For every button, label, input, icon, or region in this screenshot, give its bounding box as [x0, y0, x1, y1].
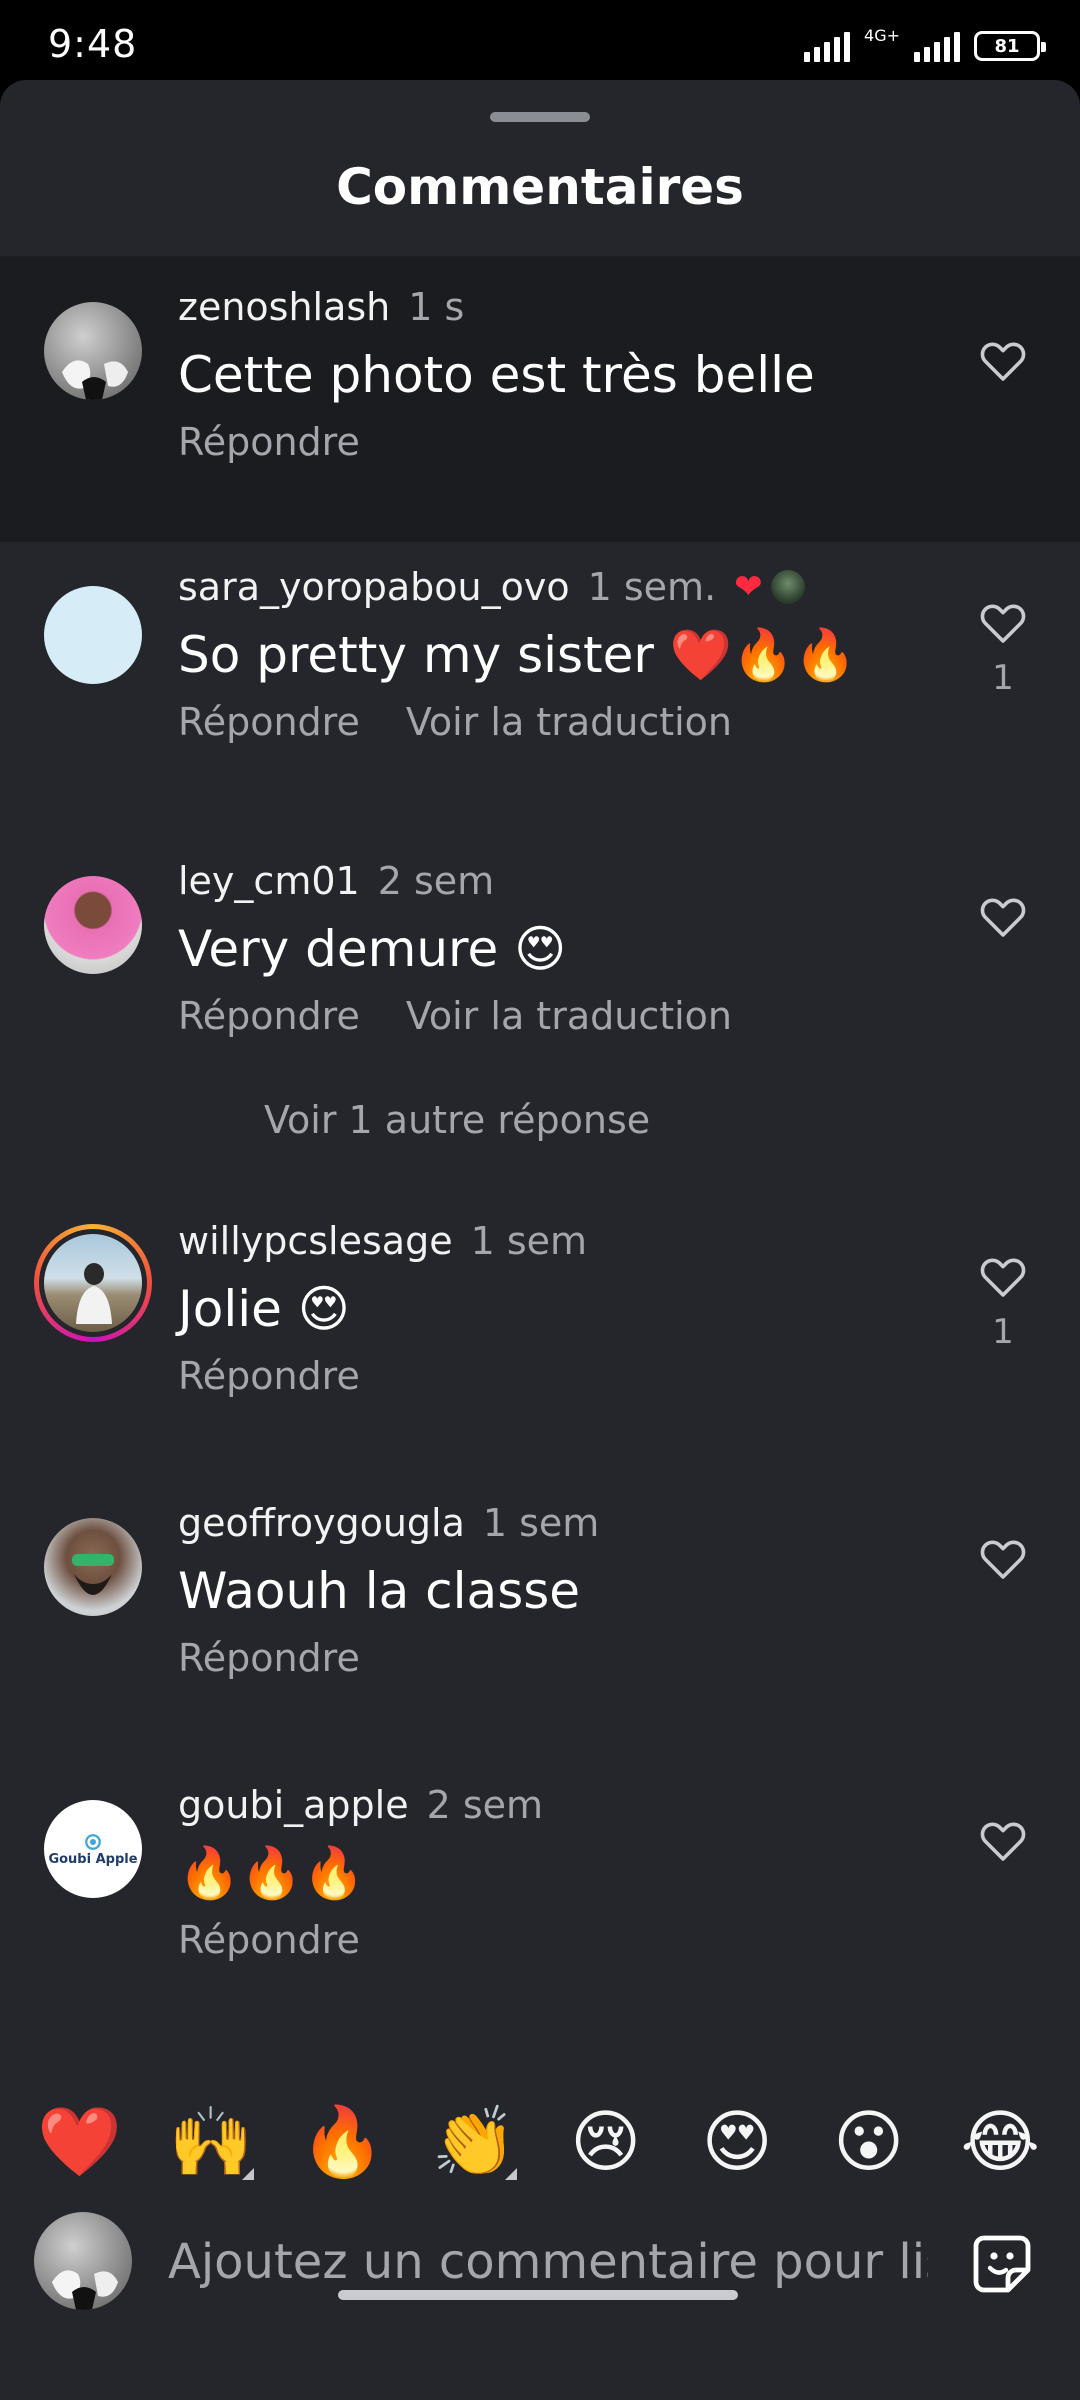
comment-username[interactable]: ley_cm01 — [178, 856, 360, 906]
comment-item: zenoshlash 1 s Cette photo est très bell… — [0, 258, 1080, 542]
emoji-wow-button[interactable]: 😮 — [814, 2103, 924, 2182]
avatar[interactable] — [44, 1518, 142, 1616]
reply-button[interactable]: Répondre — [178, 1354, 360, 1398]
avatar[interactable]: Goubi Apple — [44, 1800, 142, 1898]
like-button[interactable]: 1 — [978, 1254, 1028, 1352]
like-button[interactable] — [978, 894, 1028, 938]
reply-button[interactable]: Répondre — [178, 1636, 360, 1680]
comment-text: 🔥🔥🔥 — [178, 1844, 365, 1902]
comment-text: So pretty my sister ❤️🔥🔥 — [178, 626, 857, 684]
comment-item: ley_cm01 2 sem Very demure 😍 Répondre Vo… — [0, 856, 1080, 1186]
battery-level: 81 — [994, 35, 1020, 57]
skin-tone-indicator — [505, 2168, 518, 2180]
like-button[interactable] — [978, 1818, 1028, 1862]
status-bar: 9:48 4G+ 81 — [0, 0, 1080, 80]
like-button[interactable] — [978, 338, 1028, 382]
emoji-clap-button[interactable]: 👏 — [419, 2102, 529, 2182]
signal-1-icon — [804, 30, 851, 62]
comments-sheet: Commentaires zenoshlash 1 s Cette photo … — [0, 80, 1080, 2400]
comment-time: 2 sem — [377, 859, 495, 903]
see-translation-link[interactable]: Voir la traduction — [406, 700, 732, 744]
comment-text: Waouh la classe — [178, 1562, 581, 1620]
comment-text: Very demure 😍 — [178, 920, 567, 978]
emoji-heart-eyes-button[interactable]: 😍 — [682, 2103, 792, 2182]
story-ring[interactable] — [34, 1224, 152, 1342]
reply-button[interactable]: Répondre — [178, 994, 360, 1038]
sheet-title: Commentaires — [336, 158, 744, 216]
view-more-replies-link[interactable]: Voir 1 autre réponse — [264, 1098, 650, 1142]
comment-item: geoffroygougla 1 sem Waouh la classe Rép… — [0, 1498, 1080, 1778]
status-time: 9:48 — [48, 22, 138, 66]
comment-time: 2 sem — [426, 1783, 544, 1827]
emoji-glyph: 🙌 — [168, 2103, 254, 2182]
see-translation-link[interactable]: Voir la traduction — [406, 994, 732, 1038]
comment-composer — [0, 2202, 1080, 2322]
comment-time: 1 sem — [482, 1501, 600, 1545]
quick-emoji-bar: ❤️ 🙌 🔥 👏 😢 😍 😮 😂 — [0, 2082, 1080, 2202]
avatar — [34, 2212, 132, 2310]
comment-username[interactable]: zenoshlash — [178, 282, 390, 332]
like-count: 1 — [992, 1312, 1014, 1352]
drag-handle[interactable] — [490, 112, 590, 122]
comment-text: Cette photo est très belle — [178, 346, 815, 404]
avatar[interactable] — [44, 302, 142, 400]
comment-username[interactable]: goubi_apple — [178, 1780, 409, 1830]
comment-username[interactable]: sara_yoropabou_ovo — [178, 562, 570, 612]
comment-item: Goubi Apple goubi_apple 2 sem 🔥🔥🔥 Répond… — [0, 1780, 1080, 2060]
goubi-apple-logo-icon — [85, 1833, 101, 1850]
comment-item: willypcslesage 1 sem Jolie 😍 Répondre 1 — [0, 1216, 1080, 1496]
like-count: 1 — [992, 658, 1014, 698]
heart-outline-icon — [980, 342, 1026, 381]
battery-icon: 81 — [974, 31, 1046, 61]
heart-outline-icon — [980, 604, 1026, 643]
comment-time: 1 sem — [470, 1219, 588, 1263]
emoji-heart-button[interactable]: ❤️ — [25, 2102, 135, 2182]
comment-username[interactable]: willypcslesage — [178, 1216, 453, 1266]
status-icons: 4G+ 81 — [804, 26, 1046, 66]
skin-tone-indicator — [242, 2168, 255, 2180]
signal-2-icon — [914, 30, 960, 62]
comment-item: sara_yoropabou_ovo 1 sem. ❤ So pretty my… — [0, 562, 1080, 842]
home-indicator[interactable] — [338, 2290, 738, 2300]
emoji-fire-button[interactable]: 🔥 — [288, 2102, 398, 2182]
heart-outline-icon — [980, 1822, 1026, 1861]
comment-text: Jolie 😍 — [178, 1280, 350, 1338]
avatar — [44, 1234, 142, 1332]
author-avatar-mini — [770, 570, 805, 604]
reply-button[interactable]: Répondre — [178, 700, 360, 744]
comment-time: 1 s — [408, 285, 465, 329]
heart-outline-icon — [980, 1258, 1026, 1297]
avatar[interactable] — [44, 586, 142, 684]
emoji-crying-button[interactable]: 😢 — [551, 2103, 661, 2182]
like-button[interactable]: 1 — [978, 600, 1028, 698]
avatar-logo-text: Goubi Apple — [48, 1851, 138, 1867]
emoji-raised-hands-button[interactable]: 🙌 — [156, 2102, 266, 2182]
avatar[interactable] — [44, 876, 142, 974]
comment-time: 1 sem. — [587, 565, 717, 609]
like-button[interactable] — [978, 1536, 1028, 1580]
reply-button[interactable]: Répondre — [178, 1918, 360, 1962]
author-liked-heart-icon: ❤ — [734, 567, 763, 607]
reply-button[interactable]: Répondre — [178, 420, 360, 464]
heart-outline-icon — [980, 898, 1026, 937]
sticker-icon[interactable] — [970, 2232, 1034, 2296]
heart-outline-icon — [980, 1540, 1026, 1579]
comment-username[interactable]: geoffroygougla — [178, 1498, 465, 1548]
emoji-glyph: 👏 — [431, 2103, 517, 2182]
network-type: 4G+ — [864, 26, 900, 45]
emoji-laughing-button[interactable]: 😂 — [945, 2103, 1055, 2182]
